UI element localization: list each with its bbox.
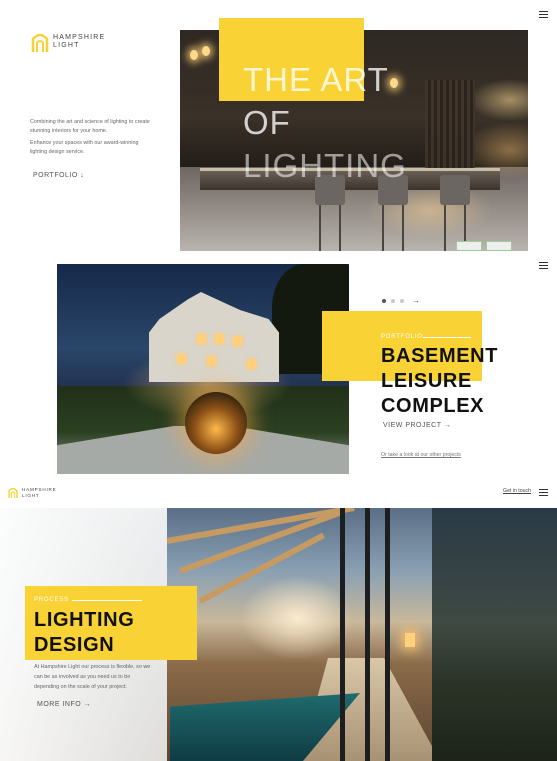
garden-exterior: [432, 508, 557, 761]
hero-section: HAMPSHIRE LIGHT Combining the art and sc…: [0, 0, 557, 258]
house-facade: [149, 292, 279, 382]
portfolio-link[interactable]: PORTFOLIO ↓: [33, 172, 91, 180]
window: [247, 359, 256, 369]
logo-mark-icon: [31, 33, 49, 52]
process-title-line1: LIGHTING: [34, 609, 135, 631]
window: [215, 334, 224, 344]
glazing-post: [340, 508, 345, 761]
more-info-link[interactable]: MORE INFO →: [37, 701, 98, 709]
fire-sphere-sculpture: [185, 392, 247, 454]
process-title: LIGHTING DESIGN: [34, 608, 134, 658]
arrow-right-icon: →: [443, 422, 452, 429]
brand-name: HAMPSHIRE LIGHT: [53, 34, 105, 50]
menu-icon[interactable]: [539, 489, 548, 496]
window: [233, 336, 242, 346]
project-label: PORTFOLIO: [381, 334, 471, 340]
pendant-light-icon: [190, 50, 198, 60]
hero-title-line3: LIGHTING: [243, 147, 407, 184]
featured-project-section: → PORTFOLIO BASEMENT LEISURE COMPLEX VIE…: [0, 258, 557, 478]
process-section: HAMPSHIRE LIGHT Get in touch PROCESS LIG…: [0, 478, 557, 761]
process-description: At Hampshire Light our process is flexib…: [34, 664, 151, 691]
slider-dot[interactable]: [400, 299, 404, 303]
wall-lamp: [405, 633, 415, 647]
more-info-label: MORE INFO: [37, 701, 82, 708]
menu-icon[interactable]: [539, 11, 548, 18]
site-header: HAMPSHIRE LIGHT Get in touch: [0, 478, 557, 508]
brand-name-line2: LIGHT: [22, 492, 40, 498]
brand-name-line1: HAMPSHIRE: [22, 487, 57, 493]
slider-controls: →: [382, 297, 420, 305]
arrow-down-icon: ↓: [80, 172, 85, 179]
brand-name-line2: LIGHT: [53, 42, 80, 49]
process-label: PROCESS: [34, 597, 142, 603]
portfolio-link-label: PORTFOLIO: [33, 172, 78, 179]
other-projects-link[interactable]: Or take a look at our other projects: [381, 452, 461, 458]
arrow-right-icon[interactable]: →: [412, 297, 420, 305]
arrow-right-icon: →: [83, 701, 92, 708]
hero-intro-text-2: Enhance your spaces with our award-winni…: [30, 140, 139, 155]
project-title-line2: LEISURE: [381, 370, 472, 392]
view-project-link[interactable]: VIEW PROJECT →: [383, 422, 458, 430]
hero-title: THE ART OF LIGHTING: [243, 58, 443, 187]
view-project-label: VIEW PROJECT: [383, 422, 442, 429]
hero-intro-text-1: Combining the art and science of lightin…: [30, 119, 150, 134]
award-badge-icon: [486, 241, 512, 251]
window: [177, 354, 186, 364]
project-title-line3: COMPLEX: [381, 395, 485, 417]
hero-title-line2: OF: [243, 104, 291, 141]
project-title-line1: BASEMENT: [381, 345, 499, 367]
brand-logo[interactable]: HAMPSHIRE LIGHT: [31, 31, 105, 53]
brand-name: HAMPSHIRE LIGHT: [22, 487, 57, 498]
pendant-light-icon: [202, 46, 210, 56]
glazing-post: [365, 508, 370, 761]
project-title: BASEMENT LEISURE COMPLEX: [381, 344, 498, 419]
window: [197, 334, 206, 344]
window: [207, 356, 216, 366]
menu-icon[interactable]: [539, 262, 548, 269]
project-image[interactable]: [57, 264, 349, 474]
get-in-touch-link[interactable]: Get in touch: [503, 488, 531, 494]
hero-intro: Combining the art and science of lightin…: [30, 118, 150, 156]
award-badge-icon: [456, 241, 482, 251]
brand-name-line1: HAMPSHIRE: [53, 34, 106, 41]
slider-dot[interactable]: [391, 299, 395, 303]
process-title-line2: DESIGN: [34, 634, 115, 656]
glazing-post: [385, 508, 390, 761]
hero-title-line1: THE ART: [243, 61, 389, 98]
bar-stool: [440, 175, 470, 251]
slider-dot[interactable]: [382, 299, 386, 303]
logo-mark-icon: [8, 487, 18, 499]
brand-logo[interactable]: HAMPSHIRE LIGHT: [8, 486, 57, 499]
